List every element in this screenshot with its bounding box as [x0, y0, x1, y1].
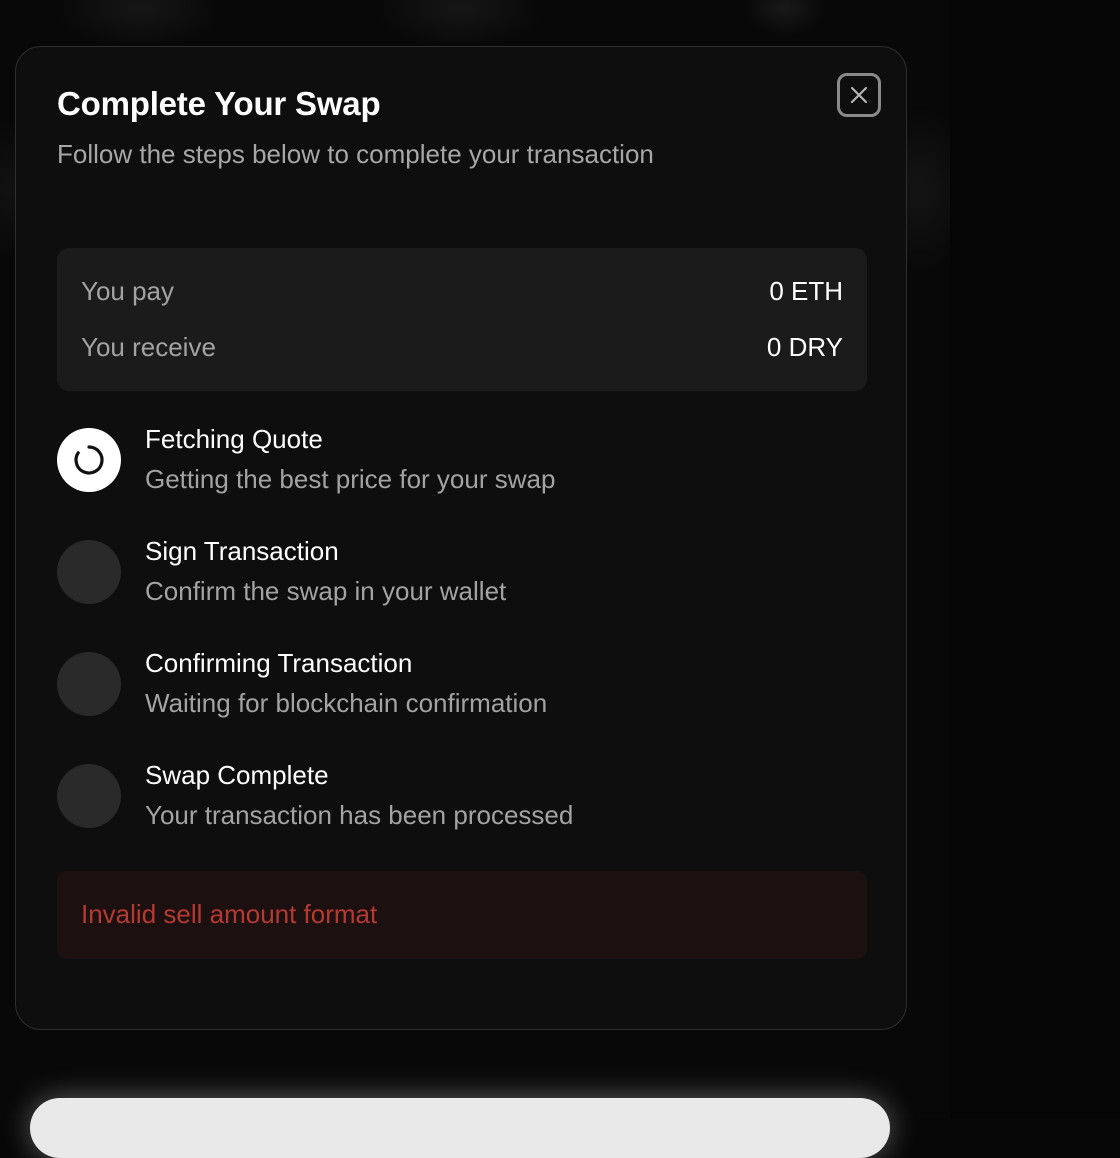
background-panel	[950, 0, 1120, 1118]
step-description: Your transaction has been processed	[145, 800, 573, 831]
step-title: Swap Complete	[145, 760, 329, 791]
step-description: Confirm the swap in your wallet	[145, 576, 506, 607]
step-swap-complete: Swap Complete Your transaction has been …	[57, 764, 857, 834]
step-title: Confirming Transaction	[145, 648, 412, 679]
step-title: Sign Transaction	[145, 536, 339, 567]
spinner-icon	[72, 443, 106, 477]
step-description: Waiting for blockchain confirmation	[145, 688, 547, 719]
pay-label: You pay	[81, 276, 174, 307]
pay-value: 0 ETH	[769, 276, 843, 307]
receive-label: You receive	[81, 332, 216, 363]
close-icon	[848, 84, 870, 106]
error-alert: Invalid sell amount format	[57, 871, 867, 959]
step-title: Fetching Quote	[145, 424, 323, 455]
error-message: Invalid sell amount format	[81, 899, 377, 930]
step-confirming-transaction: Confirming Transaction Waiting for block…	[57, 652, 857, 722]
modal-subtitle: Follow the steps below to complete your …	[57, 139, 654, 170]
close-button[interactable]	[837, 73, 881, 117]
step-fetching-quote: Fetching Quote Getting the best price fo…	[57, 428, 857, 498]
step-status-active	[57, 428, 121, 492]
swap-summary: You pay 0 ETH You receive 0 DRY	[57, 248, 867, 391]
background-button	[30, 1098, 890, 1158]
pay-row: You pay 0 ETH	[81, 276, 843, 307]
swap-modal: Complete Your Swap Follow the steps belo…	[15, 46, 907, 1030]
receive-row: You receive 0 DRY	[81, 332, 843, 363]
step-status-pending	[57, 652, 121, 716]
modal-title: Complete Your Swap	[57, 85, 380, 123]
receive-value: 0 DRY	[767, 332, 843, 363]
step-status-pending	[57, 540, 121, 604]
step-description: Getting the best price for your swap	[145, 464, 555, 495]
step-sign-transaction: Sign Transaction Confirm the swap in you…	[57, 540, 857, 610]
step-status-pending	[57, 764, 121, 828]
